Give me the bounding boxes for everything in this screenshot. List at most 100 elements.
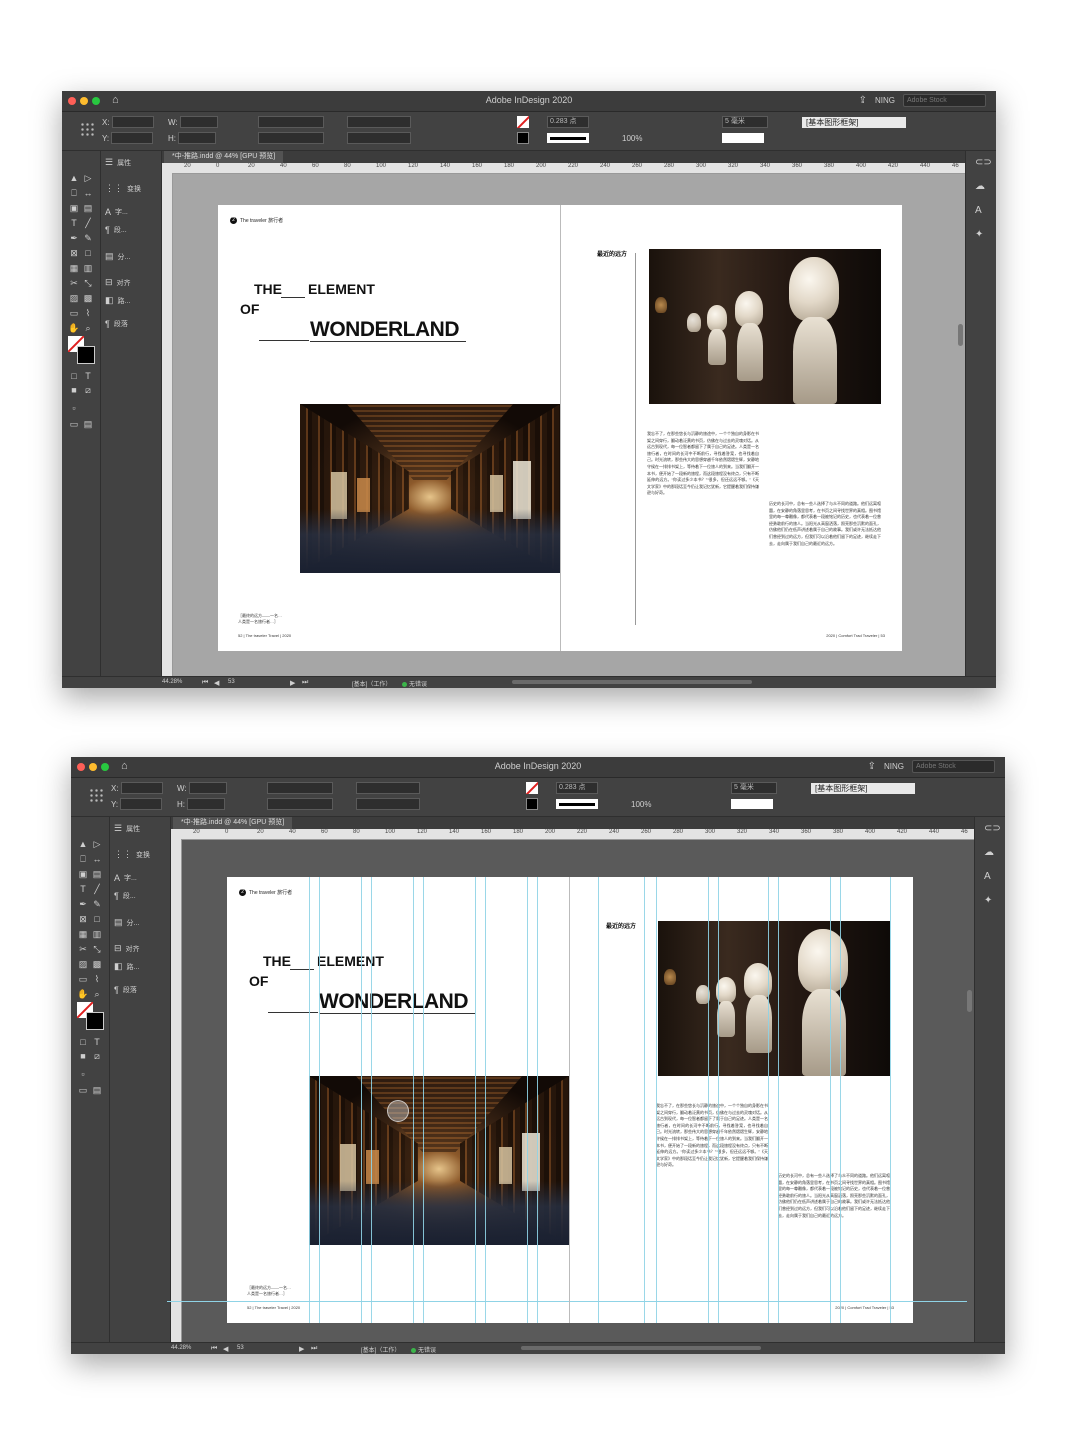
w-field[interactable] — [188, 782, 227, 794]
apply-none-icon[interactable]: ⧄ — [91, 1051, 103, 1062]
column-guide[interactable] — [309, 877, 310, 1323]
formatting-container-icon[interactable]: □ — [77, 1037, 89, 1047]
apply-none-icon[interactable]: ⧄ — [82, 385, 94, 396]
horizontal-ruler[interactable]: 20 0 20 40 60 80 100 120 140 160 180 200 220 240 260 28… — [171, 829, 975, 840]
rotate-field[interactable] — [356, 782, 420, 794]
prev-page-icon[interactable]: ◀ — [223, 1345, 228, 1353]
body-text-column-1[interactable]: 我忘不了，在那些悠长与沉静的旅途中，一个个独自的身影在书架之间穿行，翻动着泛黄的… — [656, 1103, 768, 1169]
x-field[interactable] — [111, 116, 154, 128]
zoom-tool-icon[interactable]: ⌕ — [91, 989, 103, 1000]
vertical-ruler[interactable] — [171, 839, 182, 1343]
panel-pathfinder[interactable]: ◧ 路... — [105, 295, 130, 306]
document-tab[interactable]: *中-推路.indd @ 44% [GPU 预览] — [164, 151, 284, 163]
first-page-icon[interactable]: ⏮ — [202, 679, 208, 687]
scale-y-field[interactable] — [258, 132, 324, 144]
object-style-dropdown[interactable]: [基本图形框架] — [811, 782, 915, 794]
stroke-weight-field[interactable]: 0.283 点 — [556, 782, 598, 794]
apply-color-icon[interactable]: ■ — [77, 1051, 89, 1061]
next-page-icon[interactable]: ▶ — [299, 1345, 304, 1353]
page-number[interactable]: 53 — [228, 679, 235, 685]
links-icon[interactable]: ⊂⊃ — [984, 823, 1001, 834]
column-guide[interactable] — [537, 877, 538, 1323]
scale-x-field[interactable] — [258, 116, 324, 128]
note-tool-icon[interactable]: ▭ — [68, 308, 80, 319]
eyedropper-tool-icon[interactable]: ⌇ — [82, 308, 94, 319]
zoom-level[interactable]: 44.28% — [171, 1345, 191, 1351]
gradient-swatch-icon[interactable]: ▨ — [77, 959, 89, 970]
library-photo[interactable] — [300, 404, 560, 573]
master-page[interactable]: [基本]（工作） — [352, 679, 391, 688]
panel-pages[interactable]: ▤ 分... — [114, 917, 139, 928]
last-page-icon[interactable]: ⏭ — [311, 1345, 317, 1353]
type-tool-icon[interactable]: T — [77, 884, 89, 894]
column-guide[interactable] — [598, 877, 599, 1323]
stroke-type-dropdown[interactable] — [547, 133, 589, 143]
h-field[interactable] — [187, 798, 225, 810]
screen-mode-icon[interactable]: ▫ — [77, 1069, 89, 1079]
pen-tool-icon[interactable]: ✒ — [68, 233, 80, 244]
gradient-feather-icon[interactable]: ▩ — [82, 293, 94, 304]
panel-pages[interactable]: ▤ 分... — [105, 251, 130, 262]
fill-swatch[interactable] — [517, 116, 529, 128]
opacity-value[interactable]: 100% — [622, 134, 642, 143]
column-guide[interactable] — [890, 877, 891, 1323]
column-guide[interactable] — [656, 877, 657, 1323]
effects-icon[interactable]: ✦ — [975, 229, 983, 240]
content-placer-icon[interactable]: ▤ — [82, 203, 94, 214]
content-collector-icon[interactable]: ▣ — [77, 869, 89, 880]
links-icon[interactable]: ⊂⊃ — [975, 157, 992, 168]
user-menu[interactable]: NING — [875, 96, 895, 105]
y-field[interactable] — [111, 132, 154, 144]
column-guide[interactable] — [485, 877, 486, 1323]
stroke-box[interactable] — [77, 346, 95, 364]
next-page-icon[interactable]: ▶ — [290, 679, 295, 687]
y-field[interactable] — [120, 798, 163, 810]
page-tool-icon[interactable]: ⎕ — [68, 188, 80, 199]
column-guide[interactable] — [778, 877, 779, 1323]
horizontal-ruler[interactable]: 20 0 20 40 60 80 100 120 140 160 180 200 220 240 260 28… — [162, 163, 966, 174]
column-guide[interactable] — [423, 877, 424, 1323]
last-page-icon[interactable]: ⏭ — [302, 679, 308, 687]
preview-mode-icon[interactable]: ▤ — [82, 419, 94, 430]
w-field[interactable] — [179, 116, 218, 128]
body-text-column-2[interactable]: 历史的长河中，总有一些人选择了与众不同的道路。他们远离喧嚣，在安静的角落里思考，… — [778, 1173, 890, 1219]
stroke-swatch[interactable] — [517, 132, 529, 144]
h-field[interactable] — [178, 132, 216, 144]
panel-paragraph-styles[interactable]: ¶ 段落 — [105, 319, 128, 329]
share-icon[interactable]: ⇪ — [868, 761, 876, 772]
opacity-value[interactable]: 100% — [631, 800, 651, 809]
panel-transform[interactable]: ⋮⋮ 变换 — [105, 183, 141, 194]
panel-properties[interactable]: ☰ 属性 — [114, 823, 140, 834]
gradient-feather-icon[interactable]: ▩ — [91, 959, 103, 970]
formatting-container-icon[interactable]: □ — [68, 371, 80, 381]
view-mode-icon[interactable]: ▭ — [77, 1085, 89, 1096]
stroke-swatch[interactable] — [526, 798, 538, 810]
view-mode-icon[interactable]: ▭ — [68, 419, 80, 430]
column-guide[interactable] — [413, 877, 414, 1323]
eyedropper-tool-icon[interactable]: ⌇ — [91, 974, 103, 985]
pencil-tool-icon[interactable]: ✎ — [91, 899, 103, 910]
content-placer-icon[interactable]: ▤ — [91, 869, 103, 880]
fill-stroke-control[interactable] — [68, 336, 95, 364]
horizontal-scrollbar[interactable] — [512, 680, 752, 684]
stroke-type-dropdown[interactable] — [556, 799, 598, 809]
reference-point-icon[interactable] — [80, 122, 94, 136]
master-page[interactable]: [基本]（工作） — [361, 1345, 400, 1354]
busts-photo[interactable] — [649, 249, 881, 404]
libraries-icon[interactable]: ☁ — [975, 181, 985, 192]
gap-tool-icon[interactable]: ↔ — [91, 854, 103, 864]
free-transform-icon[interactable]: ⤡ — [82, 278, 94, 289]
fill-stroke-control[interactable] — [77, 1002, 104, 1030]
page-number[interactable]: 53 — [237, 1345, 244, 1351]
panel-paragraph[interactable]: ¶ 段... — [114, 891, 136, 901]
column-guide[interactable] — [475, 877, 476, 1323]
hand-tool-icon[interactable]: ✋ — [77, 989, 89, 1000]
column-guide[interactable] — [319, 877, 320, 1323]
content-collector-icon[interactable]: ▣ — [68, 203, 80, 214]
grid-tool-icon[interactable]: ▥ — [82, 263, 94, 274]
pencil-tool-icon[interactable]: ✎ — [82, 233, 94, 244]
column-guide[interactable] — [840, 877, 841, 1323]
panel-align[interactable]: ⊟ 对齐 — [114, 943, 140, 954]
preflight-status[interactable]: 无错误 — [402, 679, 427, 688]
panel-paragraph-styles[interactable]: ¶ 段落 — [114, 985, 137, 995]
